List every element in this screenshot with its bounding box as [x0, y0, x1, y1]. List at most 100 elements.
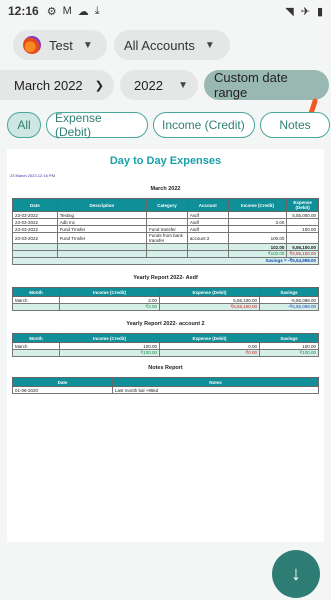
account-filter-label: All Accounts: [124, 37, 195, 53]
settings-icon: ⚙: [46, 5, 57, 18]
cell: [286, 218, 319, 226]
cell: Fund Trnsfer: [56, 232, 148, 244]
column-header: Account: [186, 198, 229, 212]
tab-label: All: [17, 118, 31, 132]
column-header: Income (Credit): [59, 287, 160, 297]
yearly-report-table: Month Income (Credit) Expense (Debit) Sa…: [12, 333, 319, 357]
yearly-report-title: Yearly Report 2022- Asdf: [133, 275, 198, 281]
custom-date-range-button[interactable]: Custom date range: [204, 70, 329, 100]
tab-label: Expense (Debit): [55, 111, 102, 139]
cell: 5,55,100.00: [286, 243, 319, 251]
year-dropdown[interactable]: 2022 ▼: [120, 70, 198, 100]
table-header: Date Description Category Account Income…: [12, 198, 319, 212]
tab-expense[interactable]: Expense (Debit): [46, 111, 148, 139]
notes-table: Date Notes 01-08-2020 Last month bal +95…: [12, 377, 319, 394]
cell: [227, 211, 288, 219]
cell: -₹5,55,098.00: [259, 303, 319, 311]
totals-row: 102.00 5,55,100.00: [12, 243, 319, 251]
cell: Asdf: [186, 225, 229, 233]
cell: ₹100.00: [59, 349, 160, 357]
cell: account 2: [186, 232, 229, 244]
month-heading: March 2022: [150, 186, 181, 192]
cell: 23-03-2022: [12, 218, 58, 226]
cell: 5,55,100.00: [159, 296, 260, 304]
table-row: 23-03-2022 Fund Trnsfer Funds from bank …: [12, 232, 319, 244]
account-selector[interactable]: Test ▼: [13, 30, 107, 60]
cell: ₹102.00: [227, 250, 288, 258]
download-icon: ⤓: [94, 4, 100, 17]
account-filter-dropdown[interactable]: All Accounts ▼: [114, 30, 230, 60]
yearly-report-table: Month Income (Credit) Expense (Debit) Sa…: [12, 287, 319, 311]
column-header: Date: [12, 377, 113, 387]
tab-notes[interactable]: Notes: [260, 112, 330, 138]
table-row: March 100.00 0.00 100.00: [12, 342, 319, 350]
cell: 102.00: [227, 243, 288, 251]
column-header: Description: [56, 198, 148, 212]
totals-currency-row: ₹102.00 ₹5,55,100.00: [12, 250, 319, 258]
table-header: Date Notes: [12, 377, 319, 387]
cell: ₹5,55,100.00: [286, 250, 319, 258]
cell: 23-03-2022: [12, 211, 58, 219]
cell: -5,55,098.00: [259, 296, 319, 304]
cell: 100.00: [259, 342, 319, 350]
cell: ₹2.00: [59, 303, 160, 311]
gmail-icon: M: [62, 4, 72, 17]
column-header: Expense (Debit): [159, 287, 260, 297]
clock: 12:16: [8, 4, 39, 18]
tab-income[interactable]: Income (Credit): [153, 112, 255, 138]
totals-row: ₹100.00 ₹0.00 ₹100.00: [12, 349, 319, 357]
report-preview[interactable]: Day to Day Expenses 23 March 2022,12:16 …: [7, 149, 324, 542]
cell: 2.00: [59, 296, 160, 304]
table-row: 23-03-2022 Testing Asdf 5,55,000.00: [12, 211, 319, 219]
transactions-table: Date Description Category Account Income…: [12, 198, 319, 265]
chevron-right-icon: ❯: [94, 79, 104, 92]
yearly-report-title: Yearly Report 2022- account 2: [126, 321, 205, 327]
report-timestamp: 23 March 2022,12:16 PM: [10, 173, 55, 178]
table-header: Month Income (Credit) Expense (Debit) Sa…: [12, 333, 319, 343]
tab-label: Income (Credit): [162, 118, 245, 132]
savings-total: Savings = -₹5,54,998.00: [12, 257, 319, 265]
download-fab-button[interactable]: ↓: [272, 550, 320, 598]
report-title: Day to Day Expenses: [109, 155, 222, 167]
arrow-down-icon: ↓: [291, 562, 301, 585]
table-row: March 2.00 5,55,100.00 -5,55,098.00: [12, 296, 319, 304]
year-label: 2022: [134, 77, 163, 93]
month-selector[interactable]: March 2022 ❯: [0, 70, 114, 100]
cell: [227, 225, 288, 233]
table-row: 23-03-2022 Adb Inc Asdf 2.00: [12, 218, 319, 226]
column-header: Notes: [112, 377, 319, 387]
tab-label: Notes: [279, 118, 311, 132]
column-header: Savings: [259, 333, 319, 343]
cell: ₹5,55,100.00: [159, 303, 260, 311]
status-bar: 12:16 ⚙ M ☁ ⤓ ◥ ✈ ▮: [0, 0, 331, 22]
airplane-icon: ✈: [300, 5, 310, 18]
cell: 100.00: [227, 232, 288, 244]
cell: Fund Trnsfer: [56, 225, 148, 233]
cloud-icon: ☁: [77, 5, 89, 18]
cell: [146, 218, 188, 226]
column-header: Date: [12, 198, 58, 212]
column-header: Expense (Debit): [286, 198, 319, 212]
month-label: March 2022: [14, 77, 83, 93]
custom-date-range-label: Custom date range: [214, 70, 288, 100]
table-row: 23-03-2022 Fund Trnsfer Fund transfer As…: [12, 225, 319, 233]
cell: [286, 232, 319, 244]
cell: 0.00: [159, 342, 260, 350]
tab-all[interactable]: All: [7, 112, 41, 138]
cell: 23-03-2022: [12, 232, 58, 244]
totals-row: ₹2.00 ₹5,55,100.00 -₹5,55,098.00: [12, 303, 319, 311]
column-header: Month: [12, 333, 60, 343]
cell: 2.00: [227, 218, 288, 226]
cell: Fund transfer: [146, 225, 188, 233]
cell: Asdf: [186, 211, 229, 219]
cell: [146, 211, 188, 219]
chevron-down-icon: ▼: [82, 39, 93, 51]
cell: ₹100.00: [259, 349, 319, 357]
avatar: [23, 36, 41, 54]
account-name: Test: [49, 37, 73, 53]
column-header: Category: [146, 198, 188, 212]
cell: Funds from bank transfer: [146, 232, 188, 244]
cell: Last month bal +95kd: [112, 386, 319, 394]
cell: Testing: [56, 211, 148, 219]
cell: March: [12, 342, 60, 350]
